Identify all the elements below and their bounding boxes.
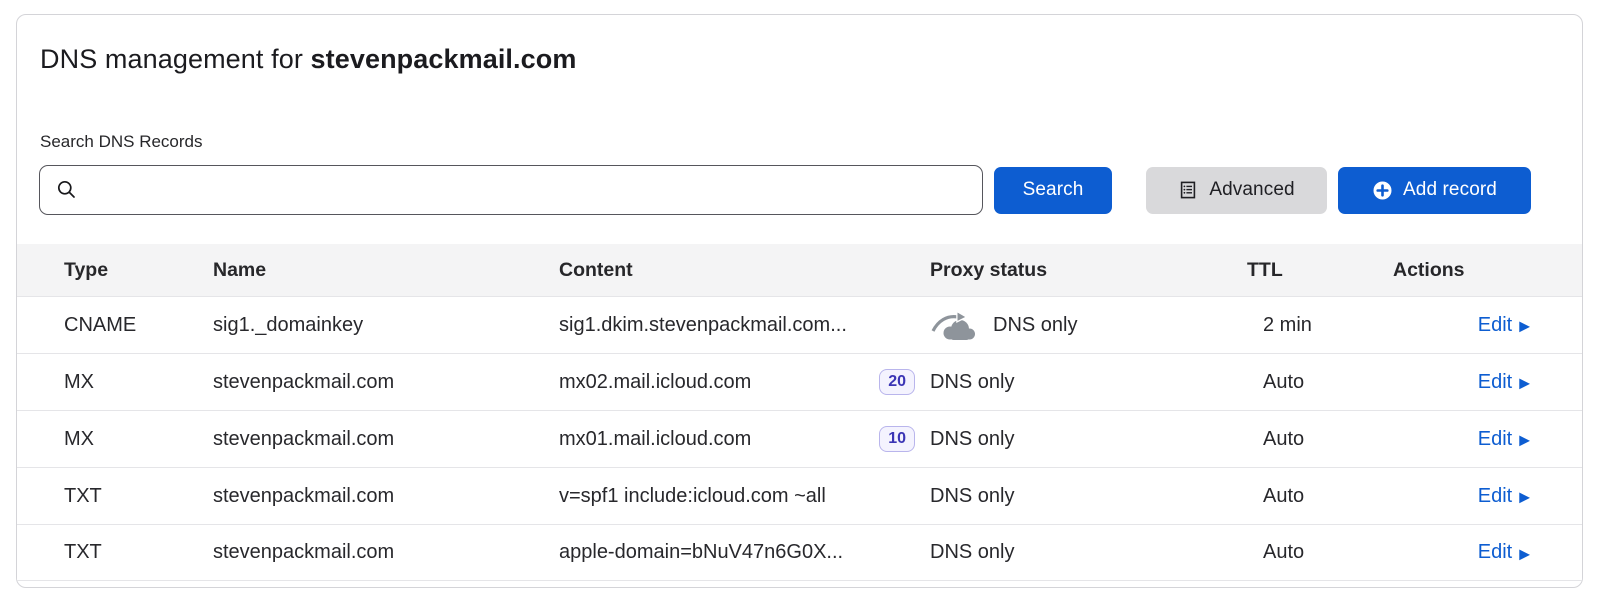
search-toolbar: Search Advanced Add record — [39, 165, 1531, 215]
page-title-domain: stevenpackmail.com — [311, 44, 577, 74]
add-record-button[interactable]: Add record — [1338, 167, 1531, 214]
column-header-proxy-status: Proxy status — [930, 259, 1235, 282]
search-input[interactable] — [39, 165, 983, 215]
edit-button[interactable]: Edit ▶ — [1478, 428, 1530, 451]
plus-circle-icon — [1372, 180, 1393, 201]
edit-button[interactable]: Edit ▶ — [1478, 541, 1530, 564]
column-header-name: Name — [213, 259, 559, 282]
record-name: stevenpackmail.com — [213, 428, 559, 451]
record-ttl: Auto — [1235, 371, 1387, 394]
dns-only-cloud-icon — [930, 309, 980, 342]
record-content: mx02.mail.icloud.com — [559, 371, 751, 394]
record-type: MX — [64, 371, 213, 394]
record-actions-cell: Edit ▶ — [1387, 485, 1532, 508]
table-body: CNAME sig1._domainkey sig1.dkim.stevenpa… — [17, 296, 1582, 581]
record-type: TXT — [64, 485, 213, 508]
column-header-ttl: TTL — [1235, 259, 1387, 282]
proxy-status-text: DNS only — [993, 314, 1077, 337]
record-name: stevenpackmail.com — [213, 541, 559, 564]
table-row: TXT stevenpackmail.com v=spf1 include:ic… — [17, 467, 1582, 524]
record-name: stevenpackmail.com — [213, 485, 559, 508]
record-name: sig1._domainkey — [213, 314, 559, 337]
proxy-status-text: DNS only — [930, 428, 1014, 451]
edit-button[interactable]: Edit ▶ — [1478, 314, 1530, 337]
record-type: MX — [64, 428, 213, 451]
column-header-type: Type — [64, 259, 213, 282]
record-content-cell: sig1.dkim.stevenpackmail.com... — [559, 314, 930, 337]
search-box — [39, 165, 983, 215]
list-document-icon — [1178, 180, 1198, 200]
record-ttl: Auto — [1235, 428, 1387, 451]
record-proxy-cell: DNS only — [930, 428, 1235, 451]
record-content: apple-domain=bNuV47n6G0X... — [559, 541, 843, 564]
edit-button-label: Edit — [1478, 485, 1512, 508]
proxy-status-text: DNS only — [930, 541, 1014, 564]
record-ttl: 2 min — [1235, 314, 1387, 337]
record-type: TXT — [64, 541, 213, 564]
column-header-content: Content — [559, 259, 930, 282]
record-content: mx01.mail.icloud.com — [559, 428, 751, 451]
record-actions-cell: Edit ▶ — [1387, 541, 1532, 564]
record-type: CNAME — [64, 314, 213, 337]
search-icon — [56, 179, 77, 200]
record-ttl: Auto — [1235, 485, 1387, 508]
table-row: MX stevenpackmail.com mx01.mail.icloud.c… — [17, 410, 1582, 467]
advanced-button[interactable]: Advanced — [1146, 167, 1327, 214]
column-header-actions: Actions — [1387, 259, 1532, 282]
edit-arrow-icon: ▶ — [1519, 433, 1530, 447]
record-content-cell: apple-domain=bNuV47n6G0X... — [559, 541, 930, 564]
table-header: Type Name Content Proxy status TTL Actio… — [17, 244, 1582, 296]
search-label: Search DNS Records — [40, 132, 203, 152]
record-content: v=spf1 include:icloud.com ~all — [559, 485, 826, 508]
record-proxy-cell: DNS only — [930, 485, 1235, 508]
edit-button-label: Edit — [1478, 371, 1512, 394]
edit-button-label: Edit — [1478, 541, 1512, 564]
priority-badge: 10 — [879, 426, 915, 452]
dns-records-table: Type Name Content Proxy status TTL Actio… — [17, 244, 1582, 581]
priority-badge: 20 — [879, 369, 915, 395]
record-name: stevenpackmail.com — [213, 371, 559, 394]
record-content-cell: mx01.mail.icloud.com 10 — [559, 426, 930, 452]
record-proxy-cell: DNS only — [930, 309, 1235, 342]
edit-button[interactable]: Edit ▶ — [1478, 485, 1530, 508]
edit-arrow-icon: ▶ — [1519, 490, 1530, 504]
edit-button-label: Edit — [1478, 314, 1512, 337]
record-proxy-cell: DNS only — [930, 541, 1235, 564]
record-content-cell: v=spf1 include:icloud.com ~all — [559, 485, 930, 508]
page-title: DNS management for stevenpackmail.com — [40, 44, 576, 75]
edit-button-label: Edit — [1478, 428, 1512, 451]
edit-button[interactable]: Edit ▶ — [1478, 371, 1530, 394]
edit-arrow-icon: ▶ — [1519, 319, 1530, 333]
edit-arrow-icon: ▶ — [1519, 376, 1530, 390]
record-content: sig1.dkim.stevenpackmail.com... — [559, 314, 847, 337]
record-actions-cell: Edit ▶ — [1387, 428, 1532, 451]
record-ttl: Auto — [1235, 541, 1387, 564]
page-title-prefix: DNS management for — [40, 44, 311, 74]
dns-management-card: DNS management for stevenpackmail.com Se… — [16, 14, 1583, 588]
table-row: TXT stevenpackmail.com apple-domain=bNuV… — [17, 524, 1582, 581]
edit-arrow-icon: ▶ — [1519, 546, 1530, 560]
proxy-status-text: DNS only — [930, 371, 1014, 394]
search-button[interactable]: Search — [994, 167, 1112, 214]
record-actions-cell: Edit ▶ — [1387, 314, 1532, 337]
proxy-status-text: DNS only — [930, 485, 1014, 508]
record-proxy-cell: DNS only — [930, 371, 1235, 394]
table-row: MX stevenpackmail.com mx02.mail.icloud.c… — [17, 353, 1582, 410]
record-content-cell: mx02.mail.icloud.com 20 — [559, 369, 930, 395]
record-actions-cell: Edit ▶ — [1387, 371, 1532, 394]
table-row: CNAME sig1._domainkey sig1.dkim.stevenpa… — [17, 296, 1582, 353]
